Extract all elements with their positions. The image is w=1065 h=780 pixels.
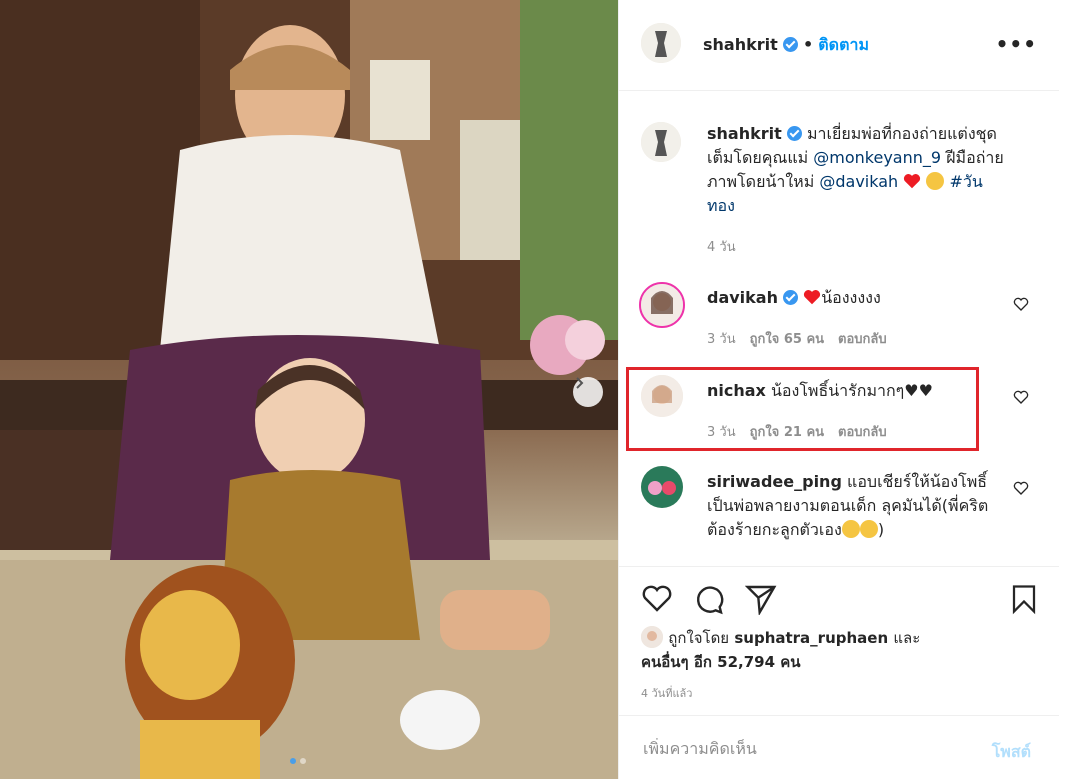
mention-link[interactable]: @davikah (819, 172, 898, 191)
comment-icon[interactable] (693, 583, 725, 615)
caption-age: 4 วัน (707, 240, 736, 255)
comment-likes[interactable]: ถูกใจ 65 คน (750, 328, 824, 352)
comment-age: 3 วัน (707, 332, 736, 347)
like-comment-icon[interactable] (1013, 480, 1029, 496)
comment-item: davikah น้องงงงง 3 วัน ถูกใจ 65 คน ตอบกล… (639, 282, 1039, 352)
likes-conj: และ (893, 629, 921, 647)
liker-username[interactable]: suphatra_ruphaen (734, 629, 888, 647)
grin-emoji-icon (841, 520, 860, 538)
liker-avatar (641, 626, 663, 648)
likes-others[interactable]: คนอื่นๆ อีก 52,794 คน (641, 653, 801, 671)
likes-prefix: ถูกใจโดย (668, 629, 730, 647)
grin-emoji-icon (859, 520, 878, 538)
comment-username[interactable]: davikah (707, 288, 778, 307)
photo-illustration (0, 0, 618, 779)
post-comment-button[interactable]: โพสต์ (992, 740, 1031, 765)
more-options-button[interactable]: ••• (996, 32, 1037, 56)
carousel-dot (290, 758, 296, 764)
post-photo[interactable] (0, 0, 618, 779)
like-comment-icon[interactable] (1013, 296, 1029, 312)
carousel-dots (290, 758, 306, 764)
heart-icon[interactable] (641, 583, 673, 613)
caption: shahkrit มาเยี่ยมพ่อที่กองถ่ายแต่งชุดเต็… (639, 120, 1039, 260)
comment-body: น้องงงงง (821, 288, 881, 307)
follow-button[interactable]: ติดตาม (818, 35, 869, 54)
share-icon[interactable] (745, 583, 777, 615)
next-photo-button[interactable] (573, 377, 603, 407)
caption-username[interactable]: shahkrit (707, 124, 782, 143)
bookmark-icon[interactable] (1009, 583, 1039, 615)
heart-emoji-icon (804, 290, 821, 305)
heart-emoji-icon (904, 174, 921, 189)
author-username[interactable]: shahkrit (703, 35, 778, 54)
comment-username[interactable]: siriwadee_ping (707, 472, 842, 491)
add-comment-bar: โพสต์ (619, 715, 1059, 780)
comment-text: siriwadee_ping แอบเชียร์ให้น้องโพธิ์เป็น… (707, 470, 1007, 542)
chevron-right-icon (576, 377, 584, 389)
comment-item: siriwadee_ping แอบเชียร์ให้น้องโพธิ์เป็น… (639, 466, 1039, 556)
smile-emoji-icon (926, 172, 945, 190)
comment-input[interactable] (641, 738, 965, 759)
header-separator: • (802, 35, 814, 54)
caption-text: shahkrit มาเยี่ยมพ่อที่กองถ่ายแต่งชุดเต็… (707, 122, 1007, 218)
mention-link[interactable]: @monkeyann_9 (813, 148, 941, 167)
post-actions (619, 566, 1059, 615)
comment-meta: 3 วัน ถูกใจ 65 คน ตอบกลับ (707, 328, 887, 352)
commenter-avatar[interactable] (639, 282, 685, 328)
verified-icon (786, 126, 802, 141)
comment-body-end: ) (877, 520, 885, 539)
post-timestamp: 4 วันที่แล้ว (641, 687, 693, 700)
post-header: shahkrit • ติดตาม ••• (619, 0, 1059, 91)
comment-text: davikah น้องงงงง (707, 286, 1007, 310)
carousel-dot (300, 758, 306, 764)
caption-meta: 4 วัน (707, 236, 736, 260)
commenter-avatar[interactable] (641, 466, 683, 508)
like-comment-icon[interactable] (1013, 389, 1029, 405)
reply-button[interactable]: ตอบกลับ (838, 328, 887, 352)
author-avatar[interactable] (641, 23, 681, 63)
verified-icon (783, 290, 799, 305)
likes-summary: ถูกใจโดย suphatra_ruphaen และ คนอื่นๆ อี… (641, 626, 920, 674)
verified-icon (782, 37, 798, 52)
highlight-box (626, 367, 979, 451)
caption-avatar[interactable] (641, 122, 681, 162)
